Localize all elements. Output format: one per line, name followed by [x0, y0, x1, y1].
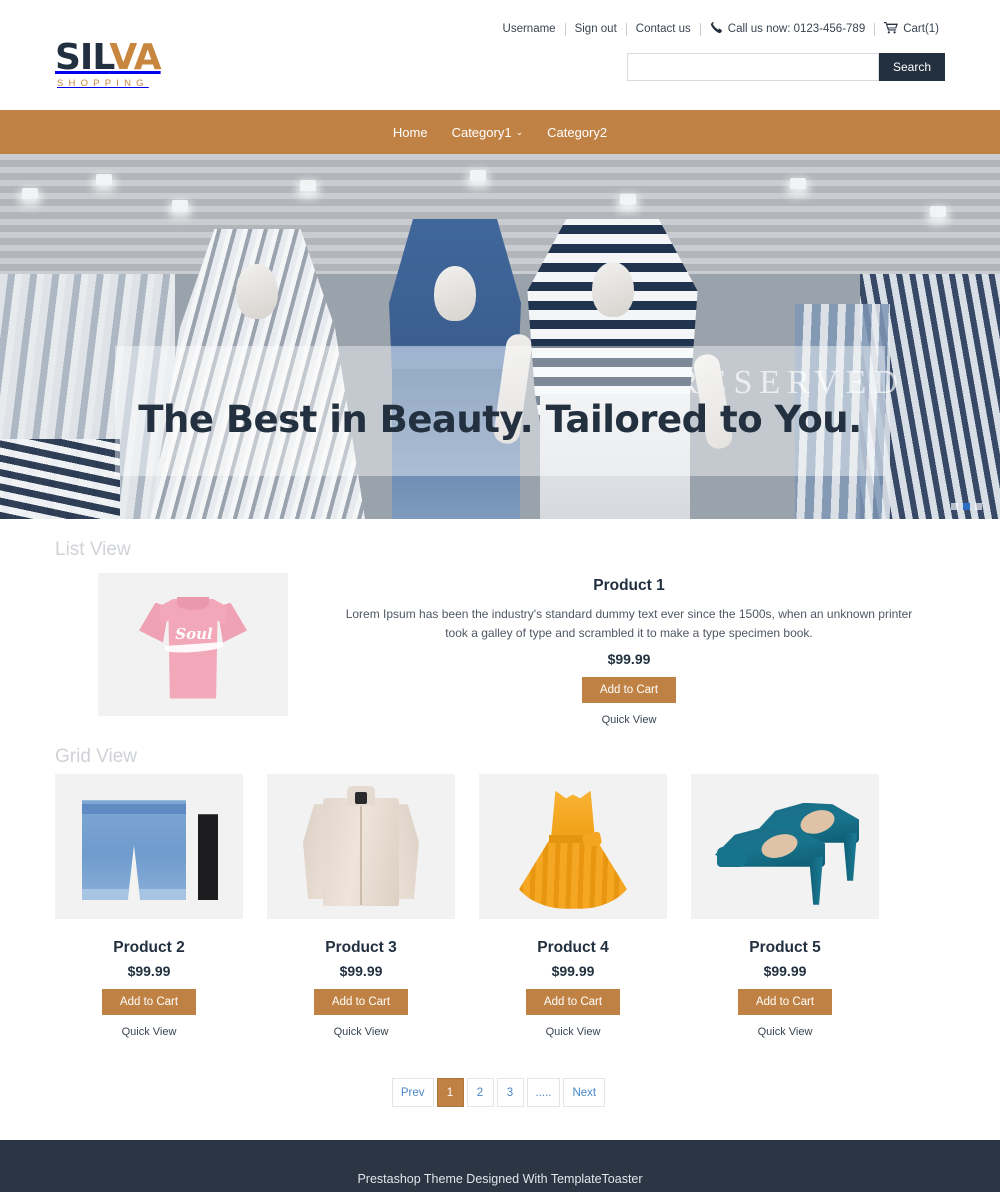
search-bar: Search: [626, 53, 945, 81]
logo-tagline: SHOPPING: [57, 78, 149, 89]
top-utility-links: Username Sign out Contact us Call us now…: [494, 21, 948, 37]
beige-jacket-icon: [301, 784, 421, 909]
logo-text-primary: SIL: [55, 37, 110, 78]
product-5-add-to-cart-button[interactable]: Add to Cart: [737, 989, 833, 1016]
ceiling-lamp: [96, 174, 112, 185]
ceiling-lamp: [930, 206, 946, 217]
nav-item-home[interactable]: Home: [381, 125, 440, 140]
pagination-page-2[interactable]: 2: [466, 1078, 494, 1108]
product-2-price: $99.99: [127, 963, 171, 980]
pink-tshirt-icon: Soul: [139, 589, 247, 701]
product-4-add-to-cart-button[interactable]: Add to Cart: [525, 989, 621, 1016]
cart-link[interactable]: Cart(1): [875, 21, 948, 37]
product-1-title: Product 1: [593, 577, 665, 594]
product-3-price: $99.99: [339, 963, 383, 980]
hero-headline: The Best in Beauty. Tailored to You.: [138, 398, 862, 441]
carousel-dot[interactable]: [951, 503, 958, 510]
search-button[interactable]: Search: [878, 53, 945, 81]
tshirt-print-text: Soul: [175, 624, 213, 643]
product-3-quick-view-link[interactable]: Quick View: [267, 1026, 455, 1038]
contact-us-link[interactable]: Contact us: [627, 23, 700, 35]
product-grid: Product 2 $99.99 Add to Cart Quick View …: [55, 774, 945, 1038]
site-logo[interactable]: SILVA SHOPPING: [55, 37, 162, 89]
product-5-quick-view-link[interactable]: Quick View: [691, 1026, 879, 1038]
product-2-title: Product 2: [113, 939, 185, 957]
product-5-price: $99.99: [763, 963, 807, 980]
pagination-prev-button[interactable]: Prev: [391, 1078, 434, 1108]
call-us-label: Call us now: 0123-456-789: [727, 23, 866, 35]
phone-icon: [710, 21, 723, 37]
main-navigation: Home Category1 ⌄ Category2: [0, 110, 1000, 154]
list-product-row: Soul Product 1 Lorem Ipsum has been the …: [55, 567, 945, 726]
striped-garment-left: [0, 439, 120, 519]
grid-view-heading: Grid View: [55, 746, 138, 768]
teal-heels-icon: [705, 797, 865, 905]
ceiling-lamp: [22, 188, 38, 199]
footer-credit-text: Prestashop Theme Designed With TemplateT…: [357, 1172, 643, 1187]
product-3-title: Product 3: [325, 939, 397, 957]
username-link[interactable]: Username: [494, 23, 565, 35]
product-3-image[interactable]: [267, 774, 455, 920]
product-1-info: Product 1 Lorem Ipsum has been the indus…: [288, 567, 945, 726]
product-3-add-to-cart-button[interactable]: Add to Cart: [313, 989, 409, 1016]
site-header: SILVA SHOPPING Username Sign out Contact…: [0, 0, 1000, 110]
ceiling-lamp: [620, 194, 636, 205]
product-4-image[interactable]: [479, 774, 667, 920]
product-card-4: Product 4 $99.99 Add to Cart Quick View: [479, 774, 667, 1038]
product-2-quick-view-link[interactable]: Quick View: [55, 1026, 243, 1038]
orange-dress-icon: [513, 783, 633, 911]
cart-label: Cart(1): [903, 23, 939, 35]
ceiling-lamp: [790, 178, 806, 189]
product-1-add-to-cart-button[interactable]: Add to Cart: [581, 677, 677, 704]
list-view-heading: List View: [55, 539, 131, 560]
ceiling-lamp: [300, 180, 316, 191]
product-2-add-to-cart-button[interactable]: Add to Cart: [101, 989, 197, 1016]
main-content: List View Soul Product 1 Lorem Ipsum has…: [0, 519, 1000, 1141]
logo-text-secondary: VA: [109, 37, 161, 78]
carousel-dot-active[interactable]: [963, 503, 970, 510]
nav-item-category2[interactable]: Category2: [535, 125, 619, 140]
nav-item-category1[interactable]: Category1 ⌄: [440, 125, 536, 140]
cart-icon: [884, 21, 899, 37]
product-2-image[interactable]: [55, 774, 243, 920]
carousel-dot[interactable]: [975, 503, 982, 510]
mannequin-head: [592, 262, 634, 317]
mannequin-head: [236, 264, 278, 319]
pagination: Prev 1 2 3 ..... Next: [55, 1078, 945, 1140]
product-5-image[interactable]: [691, 774, 879, 920]
logo-wordmark: SILVA: [55, 37, 162, 78]
product-1-price: $99.99: [607, 651, 651, 668]
nav-label-category2: Category2: [547, 124, 608, 140]
site-footer: Prestashop Theme Designed With TemplateT…: [0, 1140, 1000, 1192]
nav-label-home: Home: [392, 124, 428, 140]
product-4-quick-view-link[interactable]: Quick View: [479, 1026, 667, 1038]
call-us-link[interactable]: Call us now: 0123-456-789: [701, 21, 874, 37]
denim-shorts-icon: [74, 789, 224, 904]
ceiling-lamp: [470, 170, 486, 181]
pagination-ellipsis[interactable]: .....: [526, 1078, 561, 1108]
nav-label-category1: Category1: [451, 124, 512, 140]
hero-banner: RESERVED The Best in Beauty. Tailored to…: [0, 154, 1000, 519]
mannequin-head: [434, 266, 476, 321]
pagination-page-1[interactable]: 1: [436, 1078, 464, 1108]
search-input[interactable]: [626, 53, 879, 81]
product-1-image[interactable]: Soul: [98, 573, 288, 716]
product-card-3: Product 3 $99.99 Add to Cart Quick View: [267, 774, 455, 1038]
pagination-next-button[interactable]: Next: [563, 1078, 606, 1108]
carousel-indicators[interactable]: [951, 503, 982, 510]
ceiling-lamp: [172, 200, 188, 211]
product-1-description: Lorem Ipsum has been the industry's stan…: [345, 607, 913, 640]
chevron-down-icon: ⌄: [515, 126, 524, 137]
product-card-5: Product 5 $99.99 Add to Cart Quick View: [691, 774, 879, 1038]
product-1-quick-view-link[interactable]: Quick View: [328, 714, 930, 726]
product-4-title: Product 4: [537, 939, 609, 957]
product-5-title: Product 5: [749, 939, 821, 957]
product-4-price: $99.99: [551, 963, 595, 980]
product-card-2: Product 2 $99.99 Add to Cart Quick View: [55, 774, 243, 1038]
sign-out-link[interactable]: Sign out: [566, 23, 626, 35]
pagination-page-3[interactable]: 3: [496, 1078, 524, 1108]
